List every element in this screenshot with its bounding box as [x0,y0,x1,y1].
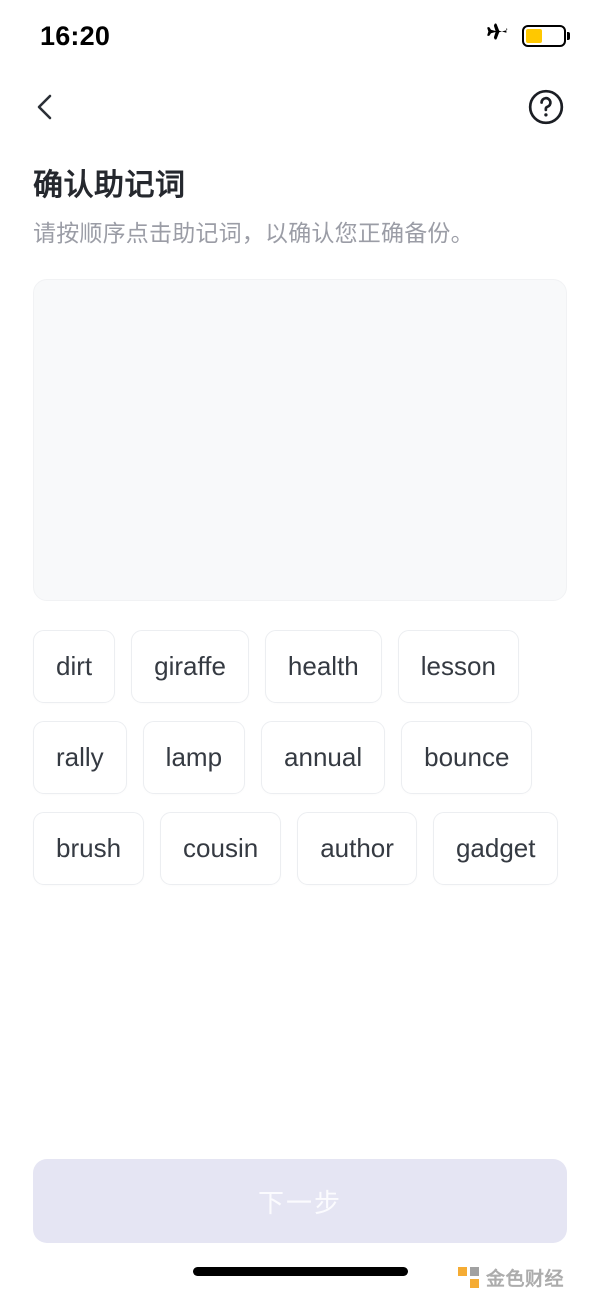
watermark-text: 金色财经 [485,1269,564,1290]
word-chip[interactable]: author [297,812,417,886]
word-chip[interactable]: lamp [142,721,246,795]
battery-icon [522,25,566,47]
heading-block: 确认助记词 请按顺序点击助记词，以确认您正确备份。 [0,146,600,249]
word-chip[interactable]: bounce [401,721,533,795]
status-time: 16:20 [40,20,111,51]
page-title: 确认助记词 [33,169,186,202]
word-chip[interactable]: lesson [397,630,519,704]
back-button[interactable] [22,86,68,132]
home-indicator-area: 金色财经 [33,1243,567,1299]
help-button[interactable] [524,87,568,131]
question-circle-icon [527,88,565,131]
word-chip[interactable]: brush [33,812,145,886]
status-indicators [484,21,566,51]
airplane-icon [484,21,509,51]
selected-words-panel[interactable] [33,279,567,602]
word-chip[interactable]: dirt [33,630,116,704]
watermark-logo-icon [457,1267,479,1288]
watermark: 金色财经 [457,1264,564,1291]
word-chip[interactable]: gadget [432,812,559,886]
word-chip[interactable]: giraffe [131,630,249,704]
footer: 下一步 金色财经 [0,1159,600,1299]
word-chip[interactable]: annual [261,721,386,795]
word-pool: dirt giraffe health lesson rally lamp annual bo… [33,630,567,886]
home-indicator[interactable] [192,1266,408,1276]
chevron-left-icon [32,92,58,127]
word-chip[interactable]: rally [33,721,127,795]
word-chip[interactable]: cousin [160,812,282,886]
status-bar: 16:20 [0,0,600,72]
word-chip[interactable]: health [264,630,382,704]
page-subtitle: 请按顺序点击助记词，以确认您正确备份。 [33,220,474,246]
next-button[interactable]: 下一步 [33,1159,567,1243]
nav-bar [0,72,600,146]
